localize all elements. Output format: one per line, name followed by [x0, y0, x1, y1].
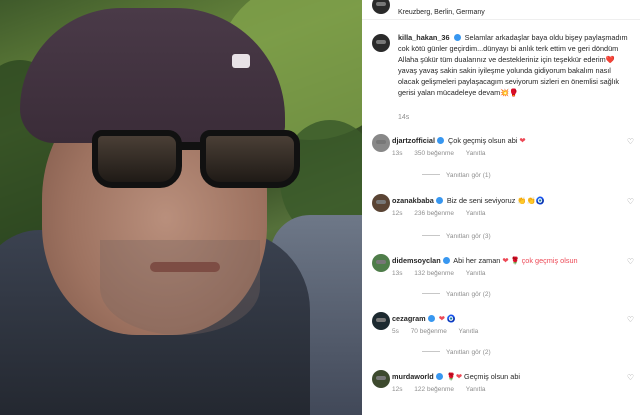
comment-meta: 13s 132 beğenme Yanıtla	[392, 270, 496, 277]
reply-button[interactable]: Yanıtla	[466, 270, 486, 277]
comment-item: ozanakbaba Biz de seni seviyoruz 👏👏🧿 12s…	[362, 193, 640, 233]
caption-username[interactable]: killa_hakan_36	[398, 33, 450, 42]
comment-meta: 12s 236 beğenme Yanıtla	[392, 210, 496, 217]
comment-text-line: murdaworld 🌹❤ Geçmiş olsun abi	[392, 372, 520, 381]
view-replies-button[interactable]: Yanıtları gör (1)	[422, 172, 491, 179]
right-lens	[200, 130, 300, 188]
heart-outline-icon[interactable]: ♡	[627, 373, 634, 382]
reply-button[interactable]: Yanıtla	[466, 386, 486, 393]
comment-meta: 12s 122 beğenme Yanıtla	[392, 386, 496, 393]
location-link[interactable]: Kreuzberg, Berlin, Germany	[398, 9, 485, 16]
post-caption: killa_hakan_36 Selamlar arkadaşlar baya …	[398, 32, 634, 98]
view-replies-button[interactable]: Yanıtları gör (2)	[422, 291, 491, 298]
mouth	[150, 262, 220, 272]
caption-avatar[interactable]	[372, 34, 390, 52]
verified-icon	[436, 137, 444, 144]
commenter-avatar[interactable]	[372, 194, 390, 212]
reply-button[interactable]: Yanıtla	[466, 210, 486, 217]
comment-time: 13s	[392, 270, 403, 277]
beard	[100, 240, 260, 335]
comments-panel: Kreuzberg, Berlin, Germany killa_hakan_3…	[362, 0, 640, 415]
comment-emoji: ❤ 🌹 çok geçmiş olsun	[502, 256, 578, 265]
reply-button[interactable]: Yanıtla	[459, 328, 479, 335]
comment-text: Abi her zaman	[453, 256, 501, 265]
comment-likes[interactable]: 350 beğenme	[414, 150, 454, 157]
post-header: Kreuzberg, Berlin, Germany	[362, 0, 640, 20]
beanie-logo	[232, 54, 250, 68]
view-replies-button[interactable]: Yanıtları gör (3)	[422, 233, 491, 240]
verified-icon	[453, 34, 461, 41]
verified-icon	[435, 373, 443, 380]
comment-time: 13s	[392, 150, 403, 157]
comment-time: 5s	[392, 328, 399, 335]
heart-outline-icon[interactable]: ♡	[627, 315, 634, 324]
comment-text: Çok geçmiş olsun abi	[448, 136, 518, 145]
verified-icon	[442, 257, 450, 264]
commenter-avatar[interactable]	[372, 134, 390, 152]
comment-emoji: ❤ 🧿	[438, 314, 456, 323]
comment-text-line: djartzofficial Çok geçmiş olsun abi ❤	[392, 136, 526, 145]
comment-emoji: ❤	[519, 136, 526, 145]
comment-item: djartzofficial Çok geçmiş olsun abi ❤ 13…	[362, 133, 640, 173]
comment-likes[interactable]: 132 beğenme	[414, 270, 454, 277]
commenter-avatar[interactable]	[372, 370, 390, 388]
comment-emoji: 👏👏🧿	[517, 196, 545, 205]
comment-text-line: didemsoyclan Abi her zaman ❤ 🌹 çok geçmi…	[392, 256, 578, 265]
comment-time: 12s	[392, 210, 403, 217]
comment-likes[interactable]: 122 beğenme	[414, 386, 454, 393]
comment-username[interactable]: didemsoyclan	[392, 256, 441, 265]
author-avatar[interactable]	[372, 0, 390, 14]
comment-likes[interactable]: 70 beğenme	[411, 328, 447, 335]
comment-username[interactable]: djartzofficial	[392, 136, 435, 145]
view-replies-button[interactable]: Yanıtları gör (2)	[422, 349, 491, 356]
comment-item: cezagram ❤ 🧿 5s 70 beğenme Yanıtla ♡	[362, 311, 640, 351]
comment-item: murdaworld 🌹❤ Geçmiş olsun abi 12s 122 b…	[362, 369, 640, 409]
caption-time: 14s	[398, 114, 410, 121]
comment-emoji: 🌹❤	[446, 372, 462, 381]
verified-icon	[427, 315, 435, 322]
comment-time: 12s	[392, 386, 403, 393]
post-photo[interactable]	[0, 0, 362, 415]
reply-button[interactable]: Yanıtla	[466, 150, 486, 157]
comment-meta: 13s 350 beğenme Yanıtla	[392, 150, 496, 157]
comment-username[interactable]: cezagram	[392, 314, 426, 323]
heart-outline-icon[interactable]: ♡	[627, 257, 634, 266]
comment-text: Biz de seni seviyoruz	[446, 196, 516, 205]
commenter-avatar[interactable]	[372, 312, 390, 330]
comment-username[interactable]: murdaworld	[392, 372, 434, 381]
commenter-avatar[interactable]	[372, 254, 390, 272]
comment-username[interactable]: ozanakbaba	[392, 196, 434, 205]
comment-text-line: cezagram ❤ 🧿	[392, 314, 456, 323]
heart-outline-icon[interactable]: ♡	[627, 197, 634, 206]
sunglasses	[82, 122, 302, 192]
heart-outline-icon[interactable]: ♡	[627, 137, 634, 146]
comment-likes[interactable]: 236 beğenme	[414, 210, 454, 217]
comment-item: didemsoyclan Abi her zaman ❤ 🌹 çok geçmi…	[362, 253, 640, 293]
comment-meta: 5s 70 beğenme Yanıtla	[392, 328, 488, 335]
verified-icon	[435, 197, 443, 204]
left-lens	[92, 130, 182, 188]
comment-text: Geçmiş olsun abi	[464, 372, 520, 381]
comment-text-line: ozanakbaba Biz de seni seviyoruz 👏👏🧿	[392, 196, 545, 205]
caption-text: Selamlar arkadaşlar baya oldu bişey payl…	[398, 33, 628, 97]
